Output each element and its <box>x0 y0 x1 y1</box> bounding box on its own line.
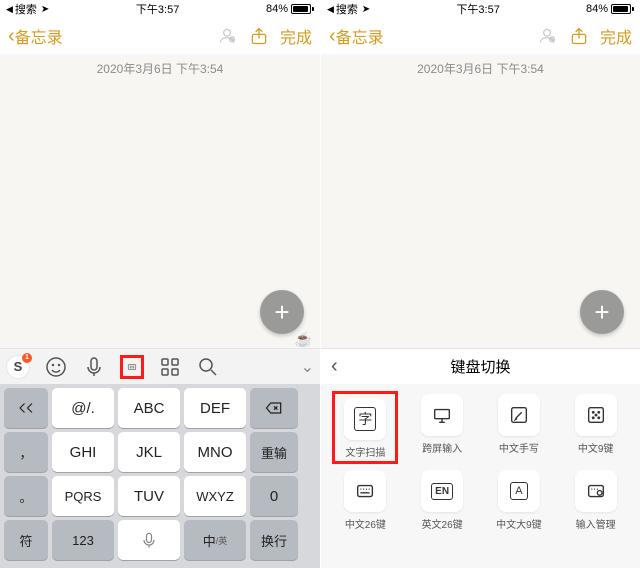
pen-icon <box>498 394 540 436</box>
key-pqrs[interactable]: PQRS <box>52 476 114 516</box>
clock: 下午3:57 <box>456 1 499 17</box>
grid26-icon <box>344 470 386 512</box>
key-def[interactable]: DEF <box>184 388 246 428</box>
back-to-app-label[interactable]: 搜索 <box>336 1 358 17</box>
key-abc[interactable]: ABC <box>118 388 180 428</box>
add-button[interactable]: + <box>580 290 624 334</box>
gear-grid-icon <box>575 470 617 512</box>
plus-icon: + <box>274 297 289 328</box>
collaborate-icon[interactable] <box>536 25 558 47</box>
screenshot-left: ◀ 搜索 ➤ 下午3:57 84% ‹ 备忘录 完成 <box>0 0 320 568</box>
ks-item-cross-screen[interactable]: 跨屏输入 <box>409 394 475 464</box>
key-return[interactable]: 换行 <box>250 520 298 560</box>
key-jkl[interactable]: JKL <box>118 432 180 472</box>
key-rewind[interactable] <box>4 388 48 428</box>
nav-bar: ‹ 备忘录 完成 <box>0 18 320 54</box>
collapse-keyboard-icon[interactable]: ⌄ <box>301 357 314 377</box>
voice-icon[interactable] <box>82 355 106 379</box>
note-body[interactable]: + <box>321 79 640 348</box>
back-label: 备忘录 <box>336 24 384 48</box>
battery-icon <box>291 4 314 14</box>
keyboard-toolbar: ☕ S1 ⌄ <box>0 348 320 384</box>
battery-percent: 84% <box>266 3 288 15</box>
ks-item-input-manage[interactable]: 输入管理 <box>563 470 629 531</box>
key-1[interactable]: @/. <box>52 388 114 428</box>
ks-item-handwriting[interactable]: 中文手写 <box>486 394 552 464</box>
back-to-app-icon[interactable]: ◀ <box>6 4 13 15</box>
back-to-app-icon[interactable]: ◀ <box>327 4 334 15</box>
key-space[interactable] <box>118 520 180 560</box>
back-button[interactable]: ‹ 备忘录 <box>8 24 63 48</box>
location-icon: ➤ <box>362 4 370 15</box>
key-period[interactable]: 。 <box>4 476 48 516</box>
keyboard-switch-panel: 字 文字扫描 跨屏输入 中文手写 中文9键 <box>321 384 640 568</box>
ks-item-en26[interactable]: EN 英文26键 <box>409 470 475 531</box>
search-icon[interactable] <box>196 355 220 379</box>
add-button[interactable]: + <box>260 290 304 334</box>
screenshot-right: ◀ 搜索 ➤ 下午3:57 84% ‹ 备忘录 完成 <box>320 0 640 568</box>
keyboard-switch-title: 键盘切换 <box>450 356 510 377</box>
t9-keypad: @/. ABC DEF ， GHI JKL MNO 重输 。 PQRS TUV … <box>0 384 320 568</box>
key-backspace[interactable] <box>250 388 298 428</box>
keyboard-switch-header: ‹ 键盘切换 <box>321 348 640 384</box>
ks-item-text-scan[interactable]: 字 文字扫描 <box>332 391 398 464</box>
chevron-left-icon[interactable]: ‹ <box>331 355 338 378</box>
note-body[interactable]: + <box>0 79 320 348</box>
back-button[interactable]: ‹ 备忘录 <box>329 24 384 48</box>
key-tuv[interactable]: TUV <box>118 476 180 516</box>
coffee-icon[interactable]: ☕ <box>295 331 312 348</box>
collaborate-icon[interactable] <box>216 25 238 47</box>
chevron-left-icon: ‹ <box>8 25 15 48</box>
key-lang-toggle[interactable]: 中/英 <box>184 520 246 560</box>
chevron-left-icon: ‹ <box>329 25 336 48</box>
done-button[interactable]: 完成 <box>280 24 312 48</box>
key-123[interactable]: 123 <box>52 520 114 560</box>
emoji-icon[interactable] <box>44 355 68 379</box>
back-to-app-label[interactable]: 搜索 <box>15 1 37 17</box>
note-timestamp: 2020年3月6日 下午3:54 <box>321 54 640 79</box>
share-icon[interactable] <box>248 25 270 47</box>
text-scan-icon: 字 <box>344 398 386 440</box>
grid9-icon <box>575 394 617 436</box>
ks-item-cn26[interactable]: 中文26键 <box>332 470 398 531</box>
key-ghi[interactable]: GHI <box>52 432 114 472</box>
location-icon: ➤ <box>41 4 49 15</box>
apps-icon[interactable] <box>158 355 182 379</box>
plus-icon: + <box>594 297 609 328</box>
screen-icon <box>421 394 463 436</box>
key-symbols[interactable]: 符 <box>4 520 48 560</box>
keyboard-switch-icon[interactable] <box>120 355 144 379</box>
nav-bar: ‹ 备忘录 完成 <box>321 18 640 54</box>
sogou-logo-icon[interactable]: S1 <box>6 355 30 379</box>
key-comma[interactable]: ， <box>4 432 48 472</box>
clock: 下午3:57 <box>136 1 179 17</box>
key-wxyz[interactable]: WXYZ <box>184 476 246 516</box>
status-bar: ◀ 搜索 ➤ 下午3:57 84% <box>0 0 320 18</box>
battery-percent: 84% <box>586 3 608 15</box>
back-label: 备忘录 <box>15 24 63 48</box>
ks-item-cn9[interactable]: 中文9键 <box>563 394 629 464</box>
ks-item-cn-big9[interactable]: A 中文大9键 <box>486 470 552 531</box>
key-zero[interactable]: 0 <box>250 476 298 516</box>
share-icon[interactable] <box>568 25 590 47</box>
key-reinput[interactable]: 重输 <box>250 432 298 472</box>
big9-icon: A <box>498 470 540 512</box>
battery-icon <box>611 4 634 14</box>
status-bar: ◀ 搜索 ➤ 下午3:57 84% <box>321 0 640 18</box>
note-timestamp: 2020年3月6日 下午3:54 <box>0 54 320 79</box>
done-button[interactable]: 完成 <box>600 24 632 48</box>
key-mno[interactable]: MNO <box>184 432 246 472</box>
en-icon: EN <box>421 470 463 512</box>
